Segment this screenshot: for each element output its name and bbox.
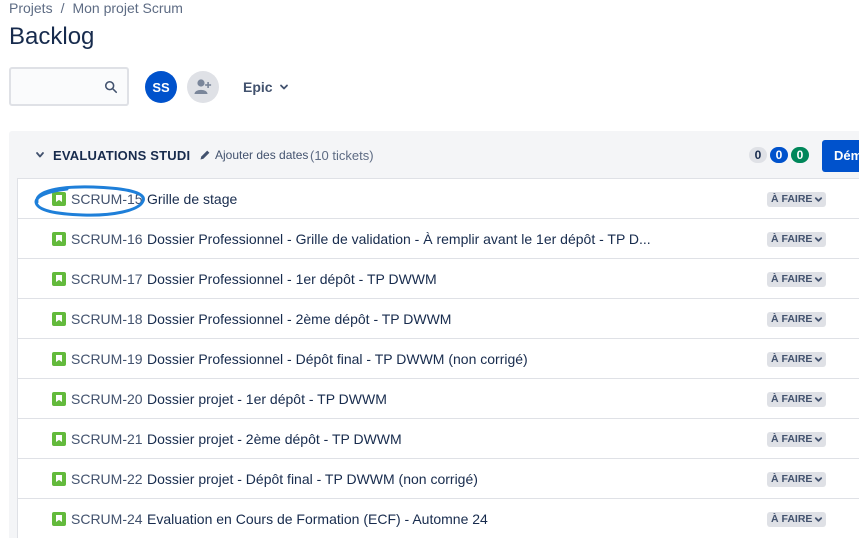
issue-summary[interactable]: Dossier projet - 1er dépôt - TP DWWM bbox=[147, 391, 387, 407]
epic-filter-dropdown[interactable]: Epic bbox=[236, 75, 296, 99]
issue-row[interactable]: SCRUM-19 Dossier Professionnel - Dépôt fi… bbox=[18, 339, 859, 379]
issue-summary[interactable]: Dossier Professionnel - Dépôt final - TP… bbox=[147, 351, 528, 367]
status-dropdown[interactable]: À FAIRE bbox=[767, 312, 827, 327]
breadcrumb: Projets / Mon projet Scrum bbox=[9, 0, 183, 16]
issue-summary[interactable]: Dossier Professionnel - 2ème dépôt - TP … bbox=[147, 311, 451, 327]
story-icon bbox=[52, 192, 66, 206]
issue-summary[interactable]: Grille de stage bbox=[147, 191, 237, 207]
issue-summary[interactable]: Dossier Professionnel - 1er dépôt - TP D… bbox=[147, 271, 437, 287]
breadcrumb-project-link[interactable]: Mon projet Scrum bbox=[72, 0, 182, 16]
chevron-down-icon bbox=[815, 317, 823, 322]
avatar[interactable]: SS bbox=[145, 71, 177, 103]
sprint-container: EVALUATIONS STUDI Ajouter des dates (10 … bbox=[9, 131, 859, 538]
issue-row[interactable]: SCRUM-22 Dossier projet - Dépôt final - T… bbox=[18, 459, 859, 499]
story-icon bbox=[52, 352, 66, 366]
chevron-down-icon bbox=[815, 357, 823, 362]
story-icon bbox=[52, 312, 66, 326]
issue-row[interactable]: SCRUM-21 Dossier projet - 2ème dépôt - TP… bbox=[18, 419, 859, 459]
chevron-down-icon bbox=[815, 237, 823, 242]
issue-key[interactable]: SCRUM-16 bbox=[71, 231, 143, 247]
issue-list: SCRUM-15 Grille de stage À FAIRE SCRUM-16 Do… bbox=[17, 178, 859, 538]
issue-row[interactable]: SCRUM-24 Evaluation en Cours de Formation… bbox=[18, 499, 859, 538]
issue-key[interactable]: SCRUM-18 bbox=[71, 311, 143, 327]
issue-summary[interactable]: Dossier Professionnel - Grille de valida… bbox=[147, 231, 651, 247]
issue-key[interactable]: SCRUM-15 bbox=[71, 191, 143, 207]
sprint-name: EVALUATIONS STUDI bbox=[53, 148, 191, 163]
breadcrumb-projects-link[interactable]: Projets bbox=[9, 0, 53, 16]
sprint-header: EVALUATIONS STUDI Ajouter des dates (10 … bbox=[9, 131, 859, 179]
story-icon bbox=[52, 472, 66, 486]
issue-row[interactable]: SCRUM-17 Dossier Professionnel - 1er dépô… bbox=[18, 259, 859, 299]
add-user-button[interactable] bbox=[187, 71, 219, 103]
ticket-count: (10 tickets) bbox=[310, 148, 374, 163]
issue-key[interactable]: SCRUM-22 bbox=[71, 471, 143, 487]
issue-key[interactable]: SCRUM-20 bbox=[71, 391, 143, 407]
chevron-down-icon bbox=[279, 84, 288, 90]
issue-key[interactable]: SCRUM-21 bbox=[71, 431, 143, 447]
collapse-chevron-icon[interactable] bbox=[35, 150, 45, 160]
status-label: À FAIRE bbox=[771, 433, 813, 445]
status-label: À FAIRE bbox=[771, 233, 813, 245]
status-label: À FAIRE bbox=[771, 273, 813, 285]
chevron-down-icon bbox=[815, 437, 823, 442]
status-dropdown[interactable]: À FAIRE bbox=[767, 392, 827, 407]
chevron-down-icon bbox=[815, 277, 823, 282]
add-dates-label: Ajouter des dates bbox=[215, 148, 309, 162]
issue-summary[interactable]: Evaluation en Cours de Formation (ECF) -… bbox=[147, 511, 488, 527]
status-label: À FAIRE bbox=[771, 193, 813, 205]
status-dropdown[interactable]: À FAIRE bbox=[767, 472, 827, 487]
chevron-down-icon bbox=[815, 197, 823, 202]
story-icon bbox=[52, 432, 66, 446]
issue-row[interactable]: SCRUM-20 Dossier projet - 1er dépôt - TP … bbox=[18, 379, 859, 419]
page-title: Backlog bbox=[9, 23, 95, 50]
story-icon bbox=[52, 272, 66, 286]
issue-count-badges: 0 0 0 bbox=[749, 147, 809, 163]
add-dates-link[interactable]: Ajouter des dates bbox=[199, 148, 308, 162]
epic-filter-label: Epic bbox=[243, 79, 273, 95]
chevron-down-icon bbox=[815, 517, 823, 522]
chevron-down-icon bbox=[815, 397, 823, 402]
breadcrumb-separator: / bbox=[60, 0, 65, 16]
issue-row[interactable]: SCRUM-15 Grille de stage À FAIRE bbox=[18, 179, 859, 219]
story-icon bbox=[52, 392, 66, 406]
search-input[interactable] bbox=[9, 67, 129, 106]
search-field[interactable] bbox=[11, 69, 101, 104]
status-dropdown[interactable]: À FAIRE bbox=[767, 272, 827, 287]
pencil-icon bbox=[200, 150, 210, 160]
todo-count-badge: 0 bbox=[749, 147, 767, 163]
status-dropdown[interactable]: À FAIRE bbox=[767, 192, 827, 207]
issue-summary[interactable]: Dossier projet - 2ème dépôt - TP DWWM bbox=[147, 431, 402, 447]
status-label: À FAIRE bbox=[771, 393, 813, 405]
issue-key[interactable]: SCRUM-24 bbox=[71, 511, 143, 527]
search-icon bbox=[104, 80, 118, 94]
story-icon bbox=[52, 512, 66, 526]
status-dropdown[interactable]: À FAIRE bbox=[767, 512, 827, 527]
status-dropdown[interactable]: À FAIRE bbox=[767, 352, 827, 367]
status-label: À FAIRE bbox=[771, 313, 813, 325]
status-dropdown[interactable]: À FAIRE bbox=[767, 232, 827, 247]
start-sprint-button[interactable]: Dém bbox=[822, 140, 859, 172]
issue-row[interactable]: SCRUM-18 Dossier Professionnel - 2ème dép… bbox=[18, 299, 859, 339]
status-label: À FAIRE bbox=[771, 513, 813, 525]
chevron-down-icon bbox=[815, 477, 823, 482]
add-user-icon bbox=[194, 79, 212, 94]
issue-summary[interactable]: Dossier projet - Dépôt final - TP DWWM (… bbox=[147, 471, 478, 487]
issue-row[interactable]: SCRUM-16 Dossier Professionnel - Grille d… bbox=[18, 219, 859, 259]
story-icon bbox=[52, 232, 66, 246]
status-dropdown[interactable]: À FAIRE bbox=[767, 432, 827, 447]
backlog-toolbar: SS Epic bbox=[9, 67, 329, 107]
issue-key[interactable]: SCRUM-19 bbox=[71, 351, 143, 367]
status-label: À FAIRE bbox=[771, 473, 813, 485]
issue-key[interactable]: SCRUM-17 bbox=[71, 271, 143, 287]
done-count-badge: 0 bbox=[791, 147, 809, 163]
in-progress-count-badge: 0 bbox=[770, 147, 788, 163]
status-label: À FAIRE bbox=[771, 353, 813, 365]
